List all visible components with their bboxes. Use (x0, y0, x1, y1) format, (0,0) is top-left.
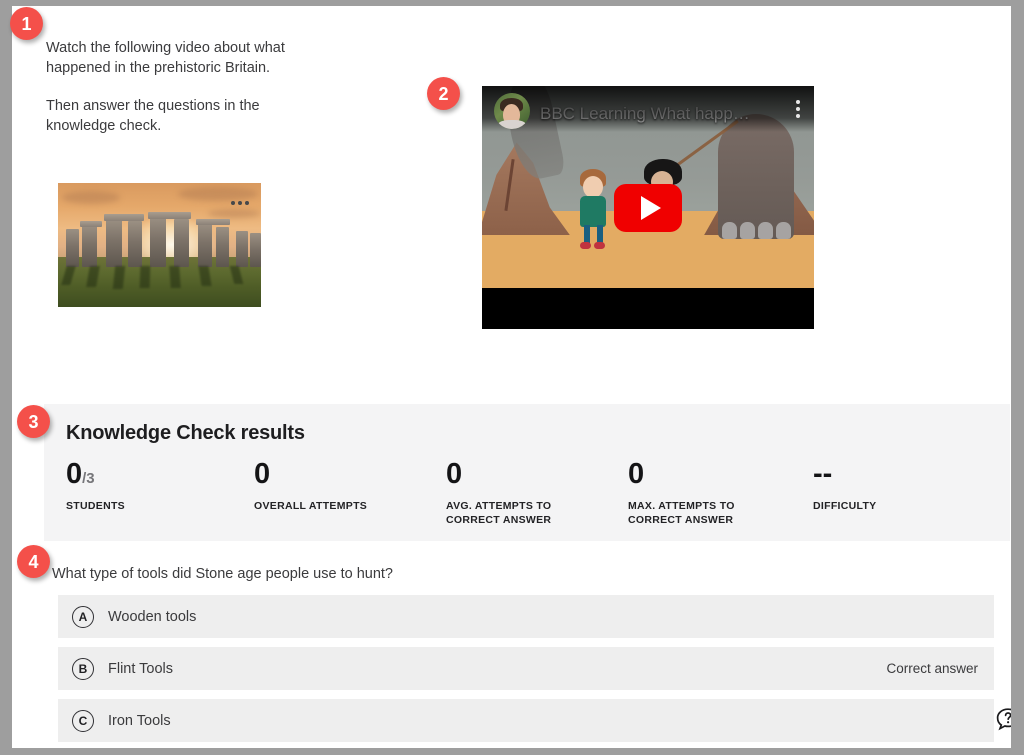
more-options-icon[interactable] (231, 201, 249, 205)
answer-correct-note: Correct answer (886, 661, 978, 676)
cloud-shape (208, 209, 260, 218)
answer-letter-badge: B (72, 658, 94, 680)
stone-pillar (236, 231, 248, 267)
video-player[interactable]: BBC Learning What happ… (482, 86, 814, 329)
stat-label: DIFFICULTY (813, 499, 963, 513)
stat-label: MAX. ATTEMPTS TO CORRECT ANSWER (628, 499, 788, 527)
stone-pillar (66, 229, 79, 267)
results-title: Knowledge Check results (66, 422, 305, 445)
intro-paragraph-1: Watch the following video about what hap… (46, 38, 286, 78)
stat-value: 0 (628, 460, 813, 489)
stone-shadow (169, 266, 181, 288)
stat-label: AVG. ATTEMPTS TO CORRECT ANSWER (446, 499, 606, 527)
stat-value: 0 (254, 460, 446, 489)
answer-letter-badge: A (72, 606, 94, 628)
stone-pillar (216, 227, 229, 267)
answer-list: A Wooden tools B Flint Tools Correct ans… (58, 595, 994, 748)
answer-letter-badge: C (72, 710, 94, 732)
stone-pillar (250, 233, 261, 267)
mammoth-leg (718, 114, 794, 239)
question-text: What type of tools did Stone age people … (52, 566, 393, 582)
intro-paragraph-2: Then answer the questions in the knowled… (46, 96, 286, 136)
video-letterbox (482, 288, 814, 329)
cloud-shape (178, 187, 258, 201)
help-chat-icon[interactable] (995, 707, 1011, 733)
stone-pillar (174, 219, 189, 267)
stat-label: OVERALL ATTEMPTS (254, 499, 414, 513)
stone-pillar (82, 225, 97, 267)
callout-badge-4: 4 (17, 545, 50, 578)
stone-lintel (196, 219, 230, 225)
callout-badge-1: 1 (10, 7, 43, 40)
stat-students: 0/3 STUDENTS (66, 460, 254, 527)
stone-pillar (106, 219, 122, 267)
stone-pillar (128, 221, 142, 267)
answer-label: Wooden tools (108, 609, 196, 625)
answer-option-c[interactable]: C Iron Tools (58, 699, 994, 742)
video-title-bar (482, 86, 814, 132)
callout-badge-2: 2 (427, 77, 460, 110)
youtube-play-icon[interactable] (614, 184, 682, 232)
stone-lintel (148, 212, 191, 219)
stat-value: 0 (446, 460, 628, 489)
results-stats-row: 0/3 STUDENTS 0 OVERALL ATTEMPTS 0 AVG. A… (66, 460, 1000, 527)
stat-overall-attempts: 0 OVERALL ATTEMPTS (254, 460, 446, 527)
stat-avg-attempts: 0 AVG. ATTEMPTS TO CORRECT ANSWER (446, 460, 628, 527)
stone-shadow (140, 266, 151, 288)
channel-avatar[interactable] (494, 93, 530, 129)
stone-pillar (198, 223, 212, 267)
stonehenge-image[interactable] (58, 183, 261, 307)
answer-label: Flint Tools (108, 661, 173, 677)
answer-label: Iron Tools (108, 713, 171, 729)
screenshot-root: Watch the following video about what hap… (0, 0, 1024, 755)
intro-text-block: Watch the following video about what hap… (46, 38, 286, 136)
answer-option-b[interactable]: B Flint Tools Correct answer (58, 647, 994, 690)
stat-value: -- (813, 460, 963, 489)
callout-badge-3: 3 (17, 405, 50, 438)
stat-label: STUDENTS (66, 499, 226, 513)
child-character (572, 169, 616, 251)
stat-difficulty: -- DIFFICULTY (813, 460, 963, 527)
knowledge-check-results-panel: Knowledge Check results 0/3 STUDENTS 0 O… (44, 404, 1010, 541)
stone-lintel (80, 221, 102, 227)
stone-lintel (104, 214, 144, 221)
stat-max-attempts: 0 MAX. ATTEMPTS TO CORRECT ANSWER (628, 460, 813, 527)
stone-pillar (150, 217, 166, 267)
cloud-shape (62, 191, 120, 204)
more-options-icon[interactable] (796, 100, 800, 118)
stat-value: 0/3 (66, 460, 254, 489)
answer-option-a[interactable]: A Wooden tools (58, 595, 994, 638)
page-canvas: Watch the following video about what hap… (12, 6, 1011, 748)
